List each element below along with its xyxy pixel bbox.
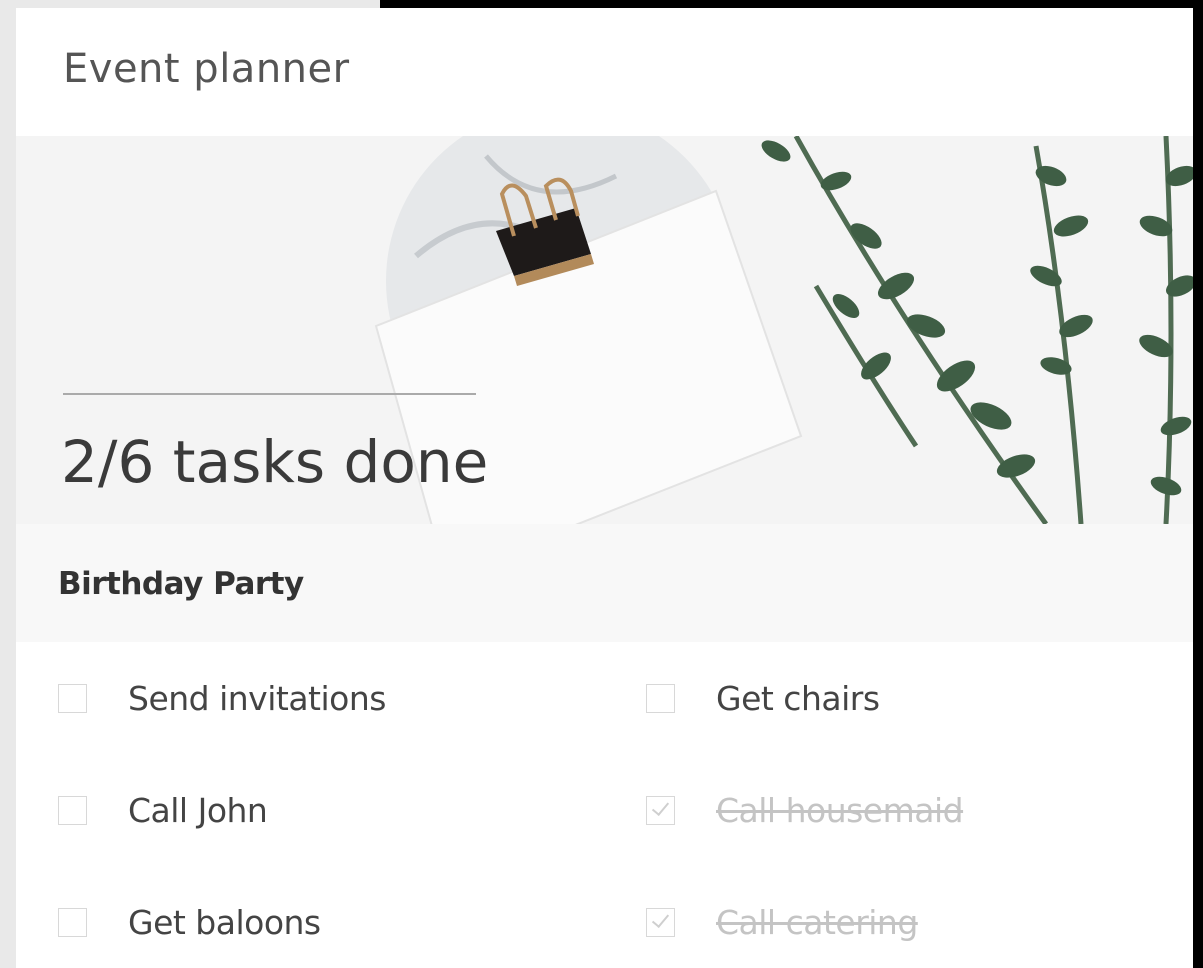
task-row: Get baloons Call catering (16, 866, 1193, 968)
task-row: Send invitations Get chairs (16, 642, 1193, 755)
task-label: Call catering (716, 902, 918, 942)
task-checkbox[interactable] (58, 907, 87, 937)
task-item[interactable]: Call housemaid (646, 754, 964, 866)
task-checkbox[interactable] (58, 683, 87, 713)
window-edge (0, 0, 16, 968)
task-item[interactable]: Send invitations (58, 642, 386, 754)
task-item[interactable]: Get chairs (646, 642, 880, 754)
section-title: Birthday Party (58, 566, 304, 602)
task-label: Get chairs (716, 678, 880, 718)
task-list: Send invitations Get chairs Call John Ca… (16, 642, 1193, 968)
task-checkbox[interactable] (646, 795, 675, 825)
task-checkbox[interactable] (646, 683, 675, 713)
task-item[interactable]: Get baloons (58, 866, 321, 968)
task-checkbox[interactable] (646, 907, 675, 937)
hero-divider (63, 393, 476, 395)
hero-banner: 2/6 tasks done (16, 136, 1193, 524)
task-label: Call John (128, 790, 268, 830)
header: Event planner (16, 8, 1193, 136)
task-label: Call housemaid (716, 790, 964, 830)
task-label: Get baloons (128, 902, 321, 942)
task-checkbox[interactable] (58, 795, 87, 825)
task-item[interactable]: Call John (58, 754, 268, 866)
app-title: Event planner (63, 46, 350, 92)
section-header: Birthday Party (16, 524, 1193, 642)
task-item[interactable]: Call catering (646, 866, 918, 968)
task-row: Call John Call housemaid (16, 754, 1193, 867)
task-label: Send invitations (128, 678, 386, 718)
event-planner-card: Event planner 2/6 tasks done Birthday Pa… (16, 8, 1193, 968)
progress-text: 2/6 tasks done (61, 428, 489, 496)
